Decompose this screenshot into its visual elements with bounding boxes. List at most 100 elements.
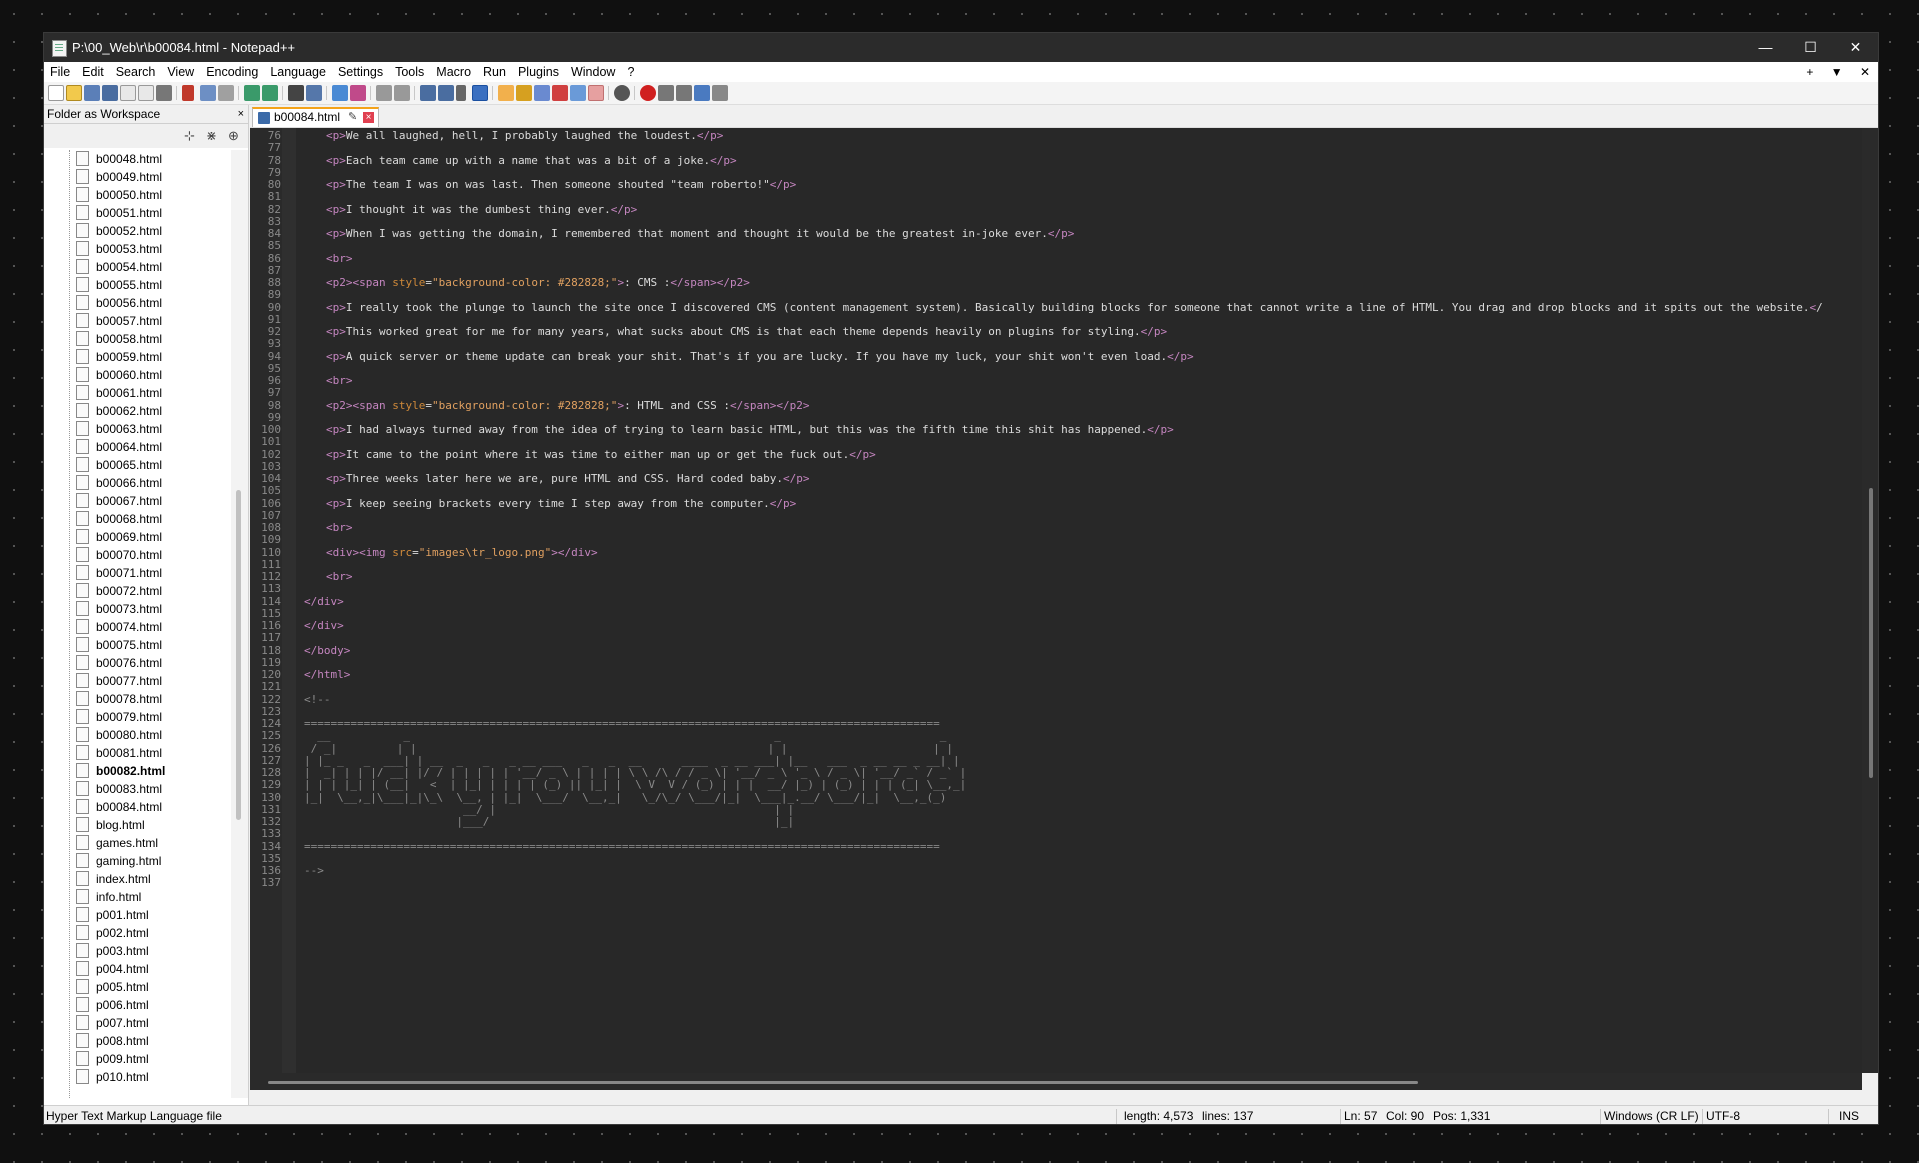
print-icon[interactable] — [156, 85, 172, 101]
file-tree-item[interactable]: b00082.html — [76, 762, 165, 780]
monitoring-icon[interactable] — [588, 85, 604, 101]
file-tree-item[interactable]: b00060.html — [76, 366, 162, 384]
new-file-icon[interactable] — [48, 85, 64, 101]
panel-scrollbar-thumb[interactable] — [236, 490, 241, 820]
file-tree-item[interactable]: p006.html — [76, 996, 149, 1014]
file-tree-item[interactable]: b00064.html — [76, 438, 162, 456]
user-defined-language-icon[interactable] — [498, 85, 514, 101]
cut-icon[interactable] — [182, 85, 194, 101]
file-tree-item[interactable]: gaming.html — [76, 852, 161, 870]
redo-icon[interactable] — [262, 85, 278, 101]
menu-settings[interactable]: Settings — [332, 62, 389, 82]
editor-vertical-scrollbar[interactable] — [1862, 128, 1878, 1073]
menu-window[interactable]: Window — [565, 62, 621, 82]
file-tree-item[interactable]: info.html — [76, 888, 141, 906]
file-tree-item[interactable]: b00050.html — [76, 186, 162, 204]
save-macro-icon[interactable] — [712, 85, 728, 101]
zoom-in-icon[interactable] — [332, 85, 348, 101]
menu-macro[interactable]: Macro — [430, 62, 477, 82]
menu-tools[interactable]: Tools — [389, 62, 430, 82]
menu-help[interactable]: ? — [621, 62, 640, 82]
doc-map-icon[interactable] — [516, 85, 532, 101]
file-tree-item[interactable]: blog.html — [76, 816, 145, 834]
new-tab-plus-icon[interactable]: + — [1806, 65, 1813, 79]
file-tree-item[interactable]: p001.html — [76, 906, 149, 924]
play-macro-icon[interactable] — [676, 85, 692, 101]
indent-guide-icon[interactable] — [472, 85, 488, 101]
locate-current-file-icon[interactable]: ⊕ — [228, 128, 239, 144]
replace-icon[interactable] — [306, 85, 322, 101]
record-macro-icon[interactable] — [640, 85, 656, 101]
file-tree-item[interactable]: b00075.html — [76, 636, 162, 654]
file-tree-item[interactable]: b00063.html — [76, 420, 162, 438]
file-tree-item[interactable]: b00065.html — [76, 456, 162, 474]
file-tree-item[interactable]: b00057.html — [76, 312, 162, 330]
code-editor[interactable]: 76 <p>We all laughed, hell, I probably la… — [250, 128, 1862, 1073]
file-tree-item[interactable]: b00084.html — [76, 798, 162, 816]
file-tree-item[interactable]: b00081.html — [76, 744, 162, 762]
file-tree-item[interactable]: b00077.html — [76, 672, 162, 690]
file-tree-item[interactable]: p005.html — [76, 978, 149, 996]
file-tree-item[interactable]: b00058.html — [76, 330, 162, 348]
file-tree-item[interactable]: b00054.html — [76, 258, 162, 276]
menu-run[interactable]: Run — [477, 62, 512, 82]
editor-horizontal-scrollbar[interactable] — [250, 1073, 1862, 1090]
menu-language[interactable]: Language — [264, 62, 332, 82]
doc-list-icon[interactable] — [534, 85, 550, 101]
menu-encoding[interactable]: Encoding — [200, 62, 264, 82]
file-tree-item[interactable]: games.html — [76, 834, 158, 852]
save-all-icon[interactable] — [102, 85, 118, 101]
file-tree-item[interactable]: b00076.html — [76, 654, 162, 672]
close-all-icon[interactable] — [138, 85, 154, 101]
function-list-icon[interactable] — [552, 85, 568, 101]
minimize-button[interactable]: — — [1743, 33, 1788, 62]
file-tree-item[interactable]: b00074.html — [76, 618, 162, 636]
tab-b00084[interactable]: b00084.html ✎ × — [252, 107, 379, 127]
file-tree-item[interactable]: b00048.html — [76, 150, 162, 168]
undo-icon[interactable] — [244, 85, 260, 101]
file-tree-item[interactable]: p003.html — [76, 942, 149, 960]
file-tree-item[interactable]: b00056.html — [76, 294, 162, 312]
find-icon[interactable] — [288, 85, 304, 101]
menu-search[interactable]: Search — [110, 62, 162, 82]
editor-vscroll-thumb[interactable] — [1869, 488, 1873, 778]
show-chars-dropdown-icon[interactable] — [456, 85, 466, 101]
file-tree-item[interactable]: b00049.html — [76, 168, 162, 186]
file-tree-item[interactable]: b00051.html — [76, 204, 162, 222]
file-tree-item[interactable]: b00069.html — [76, 528, 162, 546]
eye-icon[interactable] — [614, 85, 630, 101]
sync-vertical-icon[interactable] — [376, 85, 392, 101]
panel-scrollbar[interactable] — [231, 150, 248, 1098]
file-tree-item[interactable]: p002.html — [76, 924, 149, 942]
tab-list-dropdown-icon[interactable]: ▼ — [1831, 65, 1843, 79]
file-tree-item[interactable]: p004.html — [76, 960, 149, 978]
file-tree-item[interactable]: b00061.html — [76, 384, 162, 402]
file-tree-item[interactable]: b00071.html — [76, 564, 162, 582]
file-tree-item[interactable]: p009.html — [76, 1050, 149, 1068]
file-tree-item[interactable]: b00079.html — [76, 708, 162, 726]
maximize-button[interactable]: ☐ — [1788, 33, 1833, 62]
paste-icon[interactable] — [218, 85, 234, 101]
file-tree-item[interactable]: b00080.html — [76, 726, 162, 744]
save-icon[interactable] — [84, 85, 100, 101]
file-tree-item[interactable]: b00062.html — [76, 402, 162, 420]
panel-close-icon[interactable]: × — [238, 105, 244, 123]
file-tree-item[interactable]: b00070.html — [76, 546, 162, 564]
file-tree-item[interactable]: b00052.html — [76, 222, 162, 240]
file-tree-item[interactable]: b00067.html — [76, 492, 162, 510]
file-tree-item[interactable]: p008.html — [76, 1032, 149, 1050]
close-file-icon[interactable] — [120, 85, 136, 101]
file-tree-item[interactable]: b00055.html — [76, 276, 162, 294]
menu-view[interactable]: View — [161, 62, 200, 82]
stop-macro-icon[interactable] — [658, 85, 674, 101]
file-tree-item[interactable]: b00066.html — [76, 474, 162, 492]
pin-icon[interactable]: ✎ — [348, 109, 357, 126]
file-tree-item[interactable]: index.html — [76, 870, 151, 888]
fold-margin[interactable] — [282, 128, 296, 1073]
sync-horizontal-icon[interactable] — [394, 85, 410, 101]
word-wrap-icon[interactable] — [420, 85, 436, 101]
copy-icon[interactable] — [200, 85, 216, 101]
editor-hscroll-thumb[interactable] — [268, 1081, 1418, 1084]
file-tree-item[interactable]: p010.html — [76, 1068, 149, 1086]
file-tree-item[interactable]: b00068.html — [76, 510, 162, 528]
